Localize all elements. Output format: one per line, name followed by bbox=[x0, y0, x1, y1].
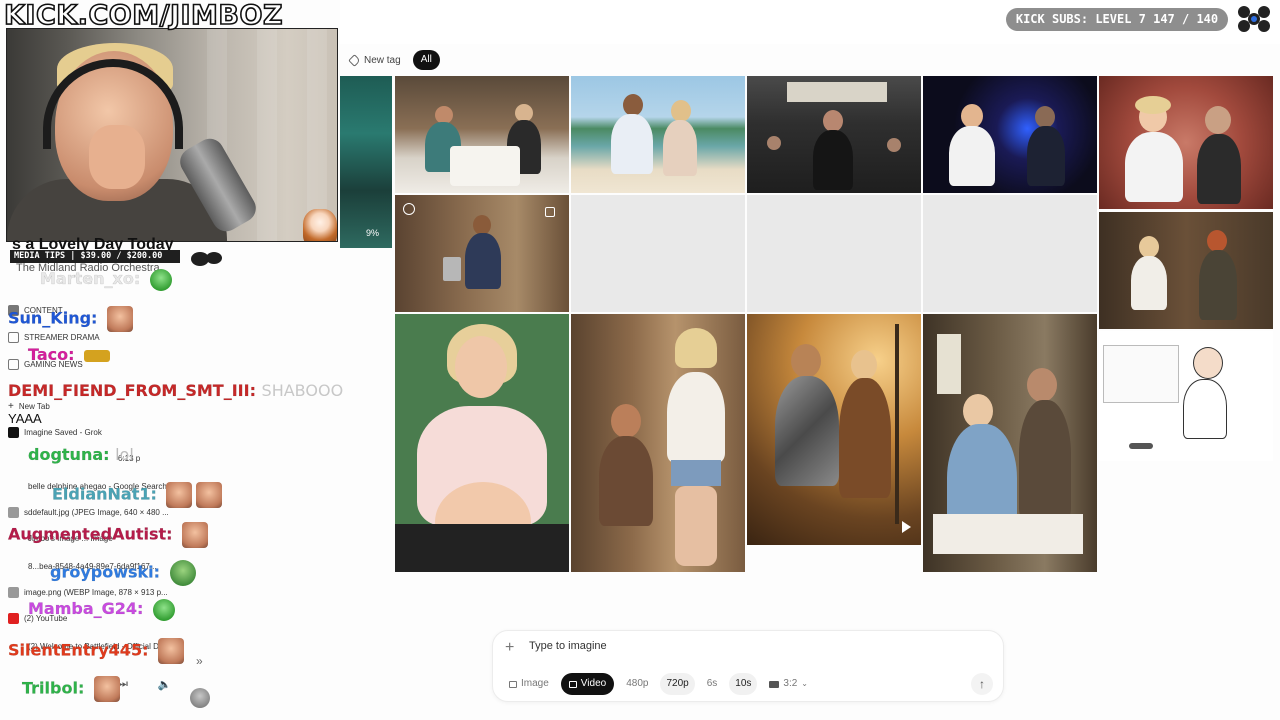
duration-10s-button[interactable]: 10s bbox=[729, 673, 758, 695]
grid-item-loading-3 bbox=[923, 195, 1097, 312]
grok-icon bbox=[8, 426, 19, 438]
grid-item-loading-1 bbox=[571, 195, 745, 312]
chevron-down-icon: ⌄ bbox=[801, 679, 808, 688]
new-tag-label: New tag bbox=[364, 54, 401, 66]
emote-icon bbox=[107, 306, 134, 332]
subs-counter: KICK SUBS: LEVEL 7 147 / 140 bbox=[1006, 8, 1228, 31]
emote-icon bbox=[169, 560, 196, 586]
image-file-icon bbox=[8, 586, 19, 598]
chat-message: Marten_xo: bbox=[40, 268, 172, 291]
brand-logo-icon bbox=[1238, 6, 1270, 32]
aspect-icon bbox=[769, 680, 780, 688]
prompt-input[interactable] bbox=[529, 640, 929, 652]
tag-icon bbox=[348, 53, 361, 67]
tag-item-icon[interactable] bbox=[545, 207, 555, 217]
chat-message: Mamba_G24: bbox=[28, 598, 176, 621]
chat-text: SHABOOO bbox=[261, 381, 344, 400]
chat-message: Sun_King: bbox=[8, 306, 134, 332]
grid-item-5[interactable] bbox=[1099, 76, 1273, 209]
webcam-feed bbox=[6, 28, 338, 242]
chat-message: DEMI_FIEND_FROM_SMT_III: SHABOOO bbox=[8, 380, 343, 402]
webcam-percent: 9% bbox=[366, 228, 380, 238]
chat-username: Mamba_G24: bbox=[28, 599, 144, 618]
screen: New tag All 9% + Type to imagine Image V… bbox=[0, 0, 1280, 720]
emote-icon bbox=[182, 522, 209, 548]
imagine-prompt-box: + Image Video 480p 720p 6s 10s 3:2 ⌄ ↑ bbox=[492, 630, 1004, 702]
grid-item-8[interactable] bbox=[571, 314, 745, 572]
video-icon bbox=[568, 680, 577, 688]
aspect-ratio-select[interactable]: 3:2 ⌄ bbox=[763, 673, 814, 695]
tag-bar: New tag All bbox=[346, 50, 440, 70]
media-tips-bar: MEDIA TIPS | $39.00 / $200.00 bbox=[10, 250, 180, 263]
chat-username: SilentEntry445: bbox=[8, 640, 149, 660]
chat-message: Trilbol: bbox=[22, 676, 120, 702]
plus-icon[interactable]: + bbox=[505, 639, 514, 657]
chat-username: groypowski: bbox=[50, 562, 161, 582]
emote-icon bbox=[158, 638, 185, 664]
chat-message: EldianNat1: bbox=[52, 482, 223, 508]
emote-icon bbox=[153, 598, 176, 621]
grid-item-1[interactable] bbox=[395, 76, 569, 193]
chat-username: Marten_xo: bbox=[40, 269, 141, 288]
grid-item-7[interactable] bbox=[395, 314, 569, 572]
chat-username: dogtuna: bbox=[28, 445, 110, 464]
chat-message: dogtuna: lol bbox=[28, 444, 134, 466]
folder-icon bbox=[8, 331, 19, 343]
grid-item-4[interactable] bbox=[923, 76, 1097, 193]
grid-item-loading-2 bbox=[747, 195, 921, 312]
chat-username: AugmentedAutist: bbox=[8, 524, 173, 544]
cropped-thumbnail-strip[interactable] bbox=[340, 76, 392, 248]
chat-username: Trilbol: bbox=[22, 678, 85, 698]
avatar[interactable] bbox=[190, 688, 210, 708]
emote-icon bbox=[196, 482, 223, 508]
tab-item-grok[interactable]: Imagine Saved - Grok bbox=[8, 424, 102, 440]
emote-icon bbox=[93, 676, 120, 702]
chat-username: Taco: bbox=[28, 345, 75, 364]
chat-message: AugmentedAutist: bbox=[8, 522, 209, 548]
channel-url: KICK.COM/JIMBOZ bbox=[3, 0, 284, 32]
emote-icon bbox=[84, 349, 111, 362]
duration-6s-button[interactable]: 6s bbox=[701, 673, 724, 695]
grid-item-9[interactable] bbox=[747, 314, 921, 545]
emote-icon bbox=[149, 268, 172, 291]
submit-arrow-button[interactable]: ↑ bbox=[971, 673, 993, 695]
new-tag-button[interactable]: New tag bbox=[346, 50, 405, 70]
grid-item-11[interactable] bbox=[1099, 212, 1273, 329]
resolution-480-button[interactable]: 480p bbox=[620, 673, 654, 695]
all-tag-button[interactable]: All bbox=[412, 50, 440, 70]
grid-item-3[interactable] bbox=[747, 76, 921, 193]
mode-image-button[interactable]: Image bbox=[503, 673, 555, 695]
grid-item-12[interactable] bbox=[1099, 331, 1273, 461]
chat-username: Sun_King: bbox=[8, 308, 98, 328]
folder-icon bbox=[8, 358, 19, 370]
chat-message: Taco: bbox=[28, 344, 111, 366]
chat-username: DEMI_FIEND_FROM_SMT_III: bbox=[8, 381, 256, 400]
image-file-icon bbox=[8, 506, 19, 518]
chat-message: SilentEntry445: bbox=[8, 638, 185, 664]
play-icon[interactable] bbox=[902, 521, 911, 533]
expand-chevron-icon[interactable]: » bbox=[196, 654, 203, 668]
grid-item-2[interactable] bbox=[571, 76, 745, 193]
anime-sticker bbox=[303, 209, 337, 241]
chat-text: lol bbox=[115, 445, 134, 464]
select-circle-icon[interactable] bbox=[403, 203, 415, 215]
generation-options: Image Video 480p 720p 6s 10s 3:2 ⌄ bbox=[503, 673, 814, 695]
resolution-720-button[interactable]: 720p bbox=[660, 673, 695, 695]
chat-message: groypowski: bbox=[50, 560, 196, 586]
emote-icon bbox=[166, 482, 193, 508]
mute-icon[interactable]: 🔈 bbox=[158, 678, 172, 691]
blob-logo-icon bbox=[191, 252, 222, 266]
grid-item-6[interactable] bbox=[395, 195, 569, 312]
mode-video-button[interactable]: Video bbox=[560, 673, 615, 695]
image-icon bbox=[509, 680, 517, 688]
chat-username: EldianNat1: bbox=[52, 484, 157, 504]
arrow-up-icon: ↑ bbox=[979, 677, 985, 691]
youtube-icon bbox=[8, 612, 19, 624]
grid-item-10[interactable] bbox=[923, 314, 1097, 572]
